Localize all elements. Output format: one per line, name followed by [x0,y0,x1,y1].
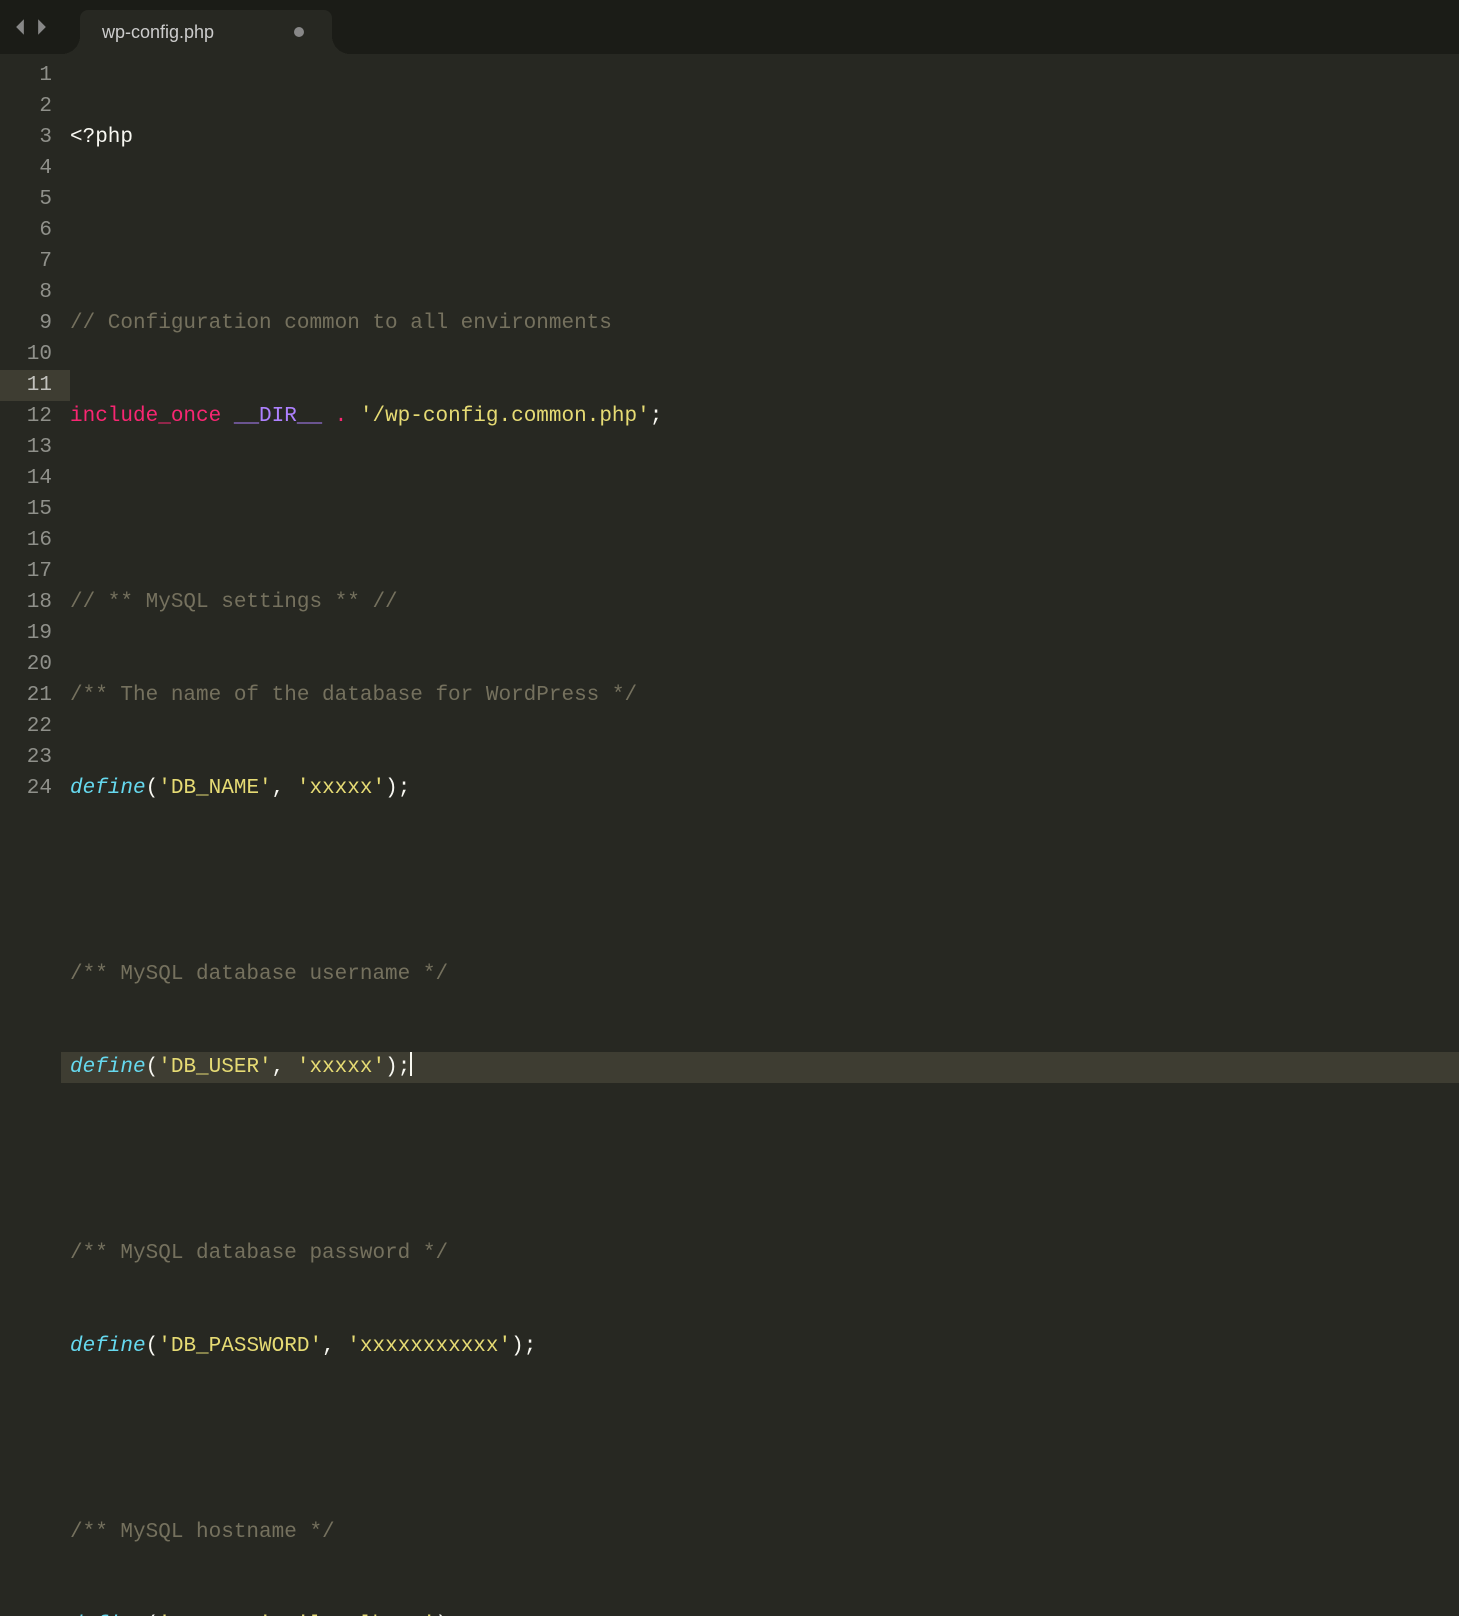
line-number: 10 [0,339,52,370]
line-number: 22 [0,711,52,742]
line-number: 23 [0,742,52,773]
code-area[interactable]: <?php // Configuration common to all env… [70,54,1459,808]
line-number: 16 [0,525,52,556]
editor[interactable]: 1 2 3 4 5 6 7 8 9 10 11 12 13 14 15 16 1… [0,54,1459,808]
line-number: 2 [0,91,52,122]
tab-filename: wp-config.php [102,22,214,43]
line-number: 14 [0,463,52,494]
line-number: 15 [0,494,52,525]
line-number: 12 [0,401,52,432]
code-line [70,494,1459,525]
line-number: 11 [0,370,70,401]
line-number: 19 [0,618,52,649]
line-number: 17 [0,556,52,587]
line-number: 7 [0,246,52,277]
code-line: /** The name of the database for WordPre… [70,680,1459,711]
line-number: 24 [0,773,52,804]
line-number: 4 [0,153,52,184]
line-number: 13 [0,432,52,463]
line-number: 5 [0,184,52,215]
code-line: include_once __DIR__ . '/wp-config.commo… [70,401,1459,432]
code-line [70,866,1459,897]
text-cursor [410,1052,412,1076]
line-number: 6 [0,215,52,246]
code-line: // Configuration common to all environme… [70,308,1459,339]
code-line: /** MySQL database password */ [70,1238,1459,1269]
line-number: 21 [0,680,52,711]
line-number: 8 [0,277,52,308]
line-number: 20 [0,649,52,680]
code-line: // ** MySQL settings ** // [70,587,1459,618]
code-line: define('DB_NAME', 'xxxxx'); [70,773,1459,804]
title-bar: wp-config.php [0,0,1459,54]
line-number: 18 [0,587,52,618]
code-line: /** MySQL database username */ [70,959,1459,990]
line-number: 3 [0,122,52,153]
dirty-indicator-icon [294,27,304,37]
code-line: define('DB_HOST', 'localhost'); [70,1610,1459,1616]
code-line: define('DB_PASSWORD', 'xxxxxxxxxxx'); [70,1331,1459,1362]
code-line: /** MySQL hostname */ [70,1517,1459,1548]
file-tab[interactable]: wp-config.php [80,10,332,54]
code-line: define('DB_USER', 'xxxxx'); [70,1052,1459,1083]
line-number: 9 [0,308,52,339]
nav-back-icon[interactable] [12,17,28,37]
nav-arrows [0,17,50,37]
code-line [70,1424,1459,1455]
code-line: <?php [70,122,1459,153]
line-number-gutter: 1 2 3 4 5 6 7 8 9 10 11 12 13 14 15 16 1… [0,54,70,808]
code-line [70,1145,1459,1176]
code-line [70,215,1459,246]
nav-forward-icon[interactable] [34,17,50,37]
line-number: 1 [0,60,52,91]
